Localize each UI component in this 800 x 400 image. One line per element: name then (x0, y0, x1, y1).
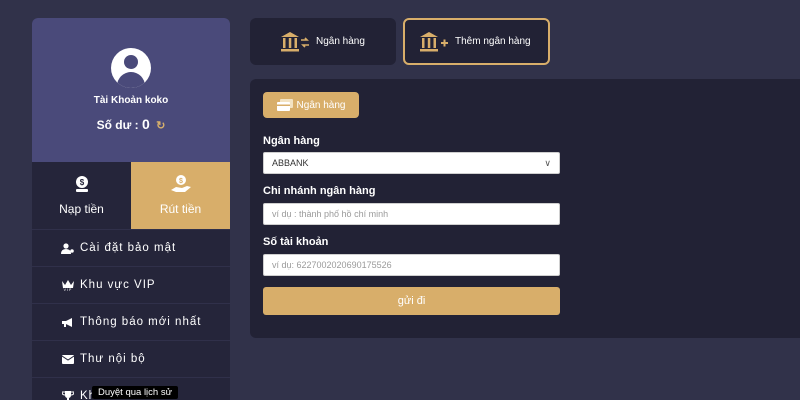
bank-form-panel: Ngân hàng Ngân hàng ABBANK ∨ Chi nhánh n… (250, 79, 800, 338)
avatar-icon (111, 48, 151, 88)
submit-button[interactable]: gửi đi (263, 287, 560, 315)
balance-label: Số dư : (96, 118, 139, 132)
bank-select[interactable]: ABBANK ∨ (263, 152, 560, 174)
tab-add-bank-label: Thêm ngân hàng (455, 36, 531, 47)
bank-pill-label: Ngân hàng (296, 99, 346, 111)
card-icon (276, 99, 293, 111)
tab-bank-label: Ngân hàng (316, 36, 365, 47)
sidebar-item-announcements[interactable]: Thông báo mới nhất (32, 303, 230, 340)
hand-money-icon: $ (170, 175, 191, 192)
sidebar-item-label: Thư nội bộ (80, 353, 146, 365)
bank-transfer-icon (280, 31, 310, 53)
sidebar-item-inbox[interactable]: Thư nội bộ (32, 340, 230, 377)
withdraw-tab[interactable]: $ Rút tiền (131, 162, 230, 229)
svg-text:$: $ (79, 178, 84, 187)
withdraw-label: Rút tiền (159, 202, 202, 216)
bank-select-label: Ngân hàng (263, 135, 320, 147)
refresh-icon[interactable]: ↻ (156, 120, 165, 132)
balance: Số dư : 0 ↻ (32, 116, 230, 132)
trophy-icon (60, 390, 75, 400)
vip-crown-icon: VIP (60, 279, 75, 291)
branch-placeholder: ví dụ : thành phố hồ chí minh (272, 209, 389, 219)
account-number-input[interactable]: ví dụ: 6227002020690175526 (263, 254, 560, 276)
account-number-placeholder: ví dụ: 6227002020690175526 (272, 260, 392, 270)
tab-add-bank[interactable]: Thêm ngân hàng (403, 18, 550, 65)
sidebar-item-label: Thông báo mới nhất (80, 316, 202, 328)
bank-select-value: ABBANK (272, 158, 309, 168)
profile-card: Tài Khoản koko Số dư : 0 ↻ (32, 18, 230, 162)
deposit-label: Nạp tiền (59, 202, 104, 216)
sidebar-item-label: Cài đặt bảo mật (80, 242, 177, 254)
bank-add-icon (419, 31, 449, 53)
tab-bank[interactable]: Ngân hàng (250, 18, 396, 65)
deposit-tab[interactable]: $ Nạp tiền (32, 162, 131, 229)
svg-text:VIP: VIP (63, 288, 72, 291)
megaphone-icon (60, 317, 75, 328)
balance-value: 0 (142, 116, 150, 132)
account-number-label: Số tài khoản (263, 236, 329, 248)
bank-pill-button[interactable]: Ngân hàng (263, 92, 359, 118)
tooltip: Duyệt qua lịch sử (92, 386, 178, 399)
sidebar-item-security[interactable]: Cài đặt bảo mật (32, 229, 230, 266)
sidebar-menu: Cài đặt bảo mật VIP Khu vực VIP Thông bá… (32, 229, 230, 400)
chevron-down-icon: ∨ (544, 157, 551, 168)
svg-text:$: $ (179, 178, 183, 185)
user-gear-icon (60, 242, 75, 254)
envelope-icon (60, 354, 75, 364)
moneybag-icon: $ (75, 176, 88, 192)
account-name: Tài Khoản koko (93, 95, 169, 106)
branch-label: Chi nhánh ngân hàng (263, 185, 376, 197)
sidebar-item-vip[interactable]: VIP Khu vực VIP (32, 266, 230, 303)
branch-input[interactable]: ví dụ : thành phố hồ chí minh (263, 203, 560, 225)
sidebar-item-label: Khu vực VIP (80, 279, 156, 291)
account-sidebar: Tài Khoản koko Số dư : 0 ↻ $ Nạp tiền $ (32, 18, 230, 400)
